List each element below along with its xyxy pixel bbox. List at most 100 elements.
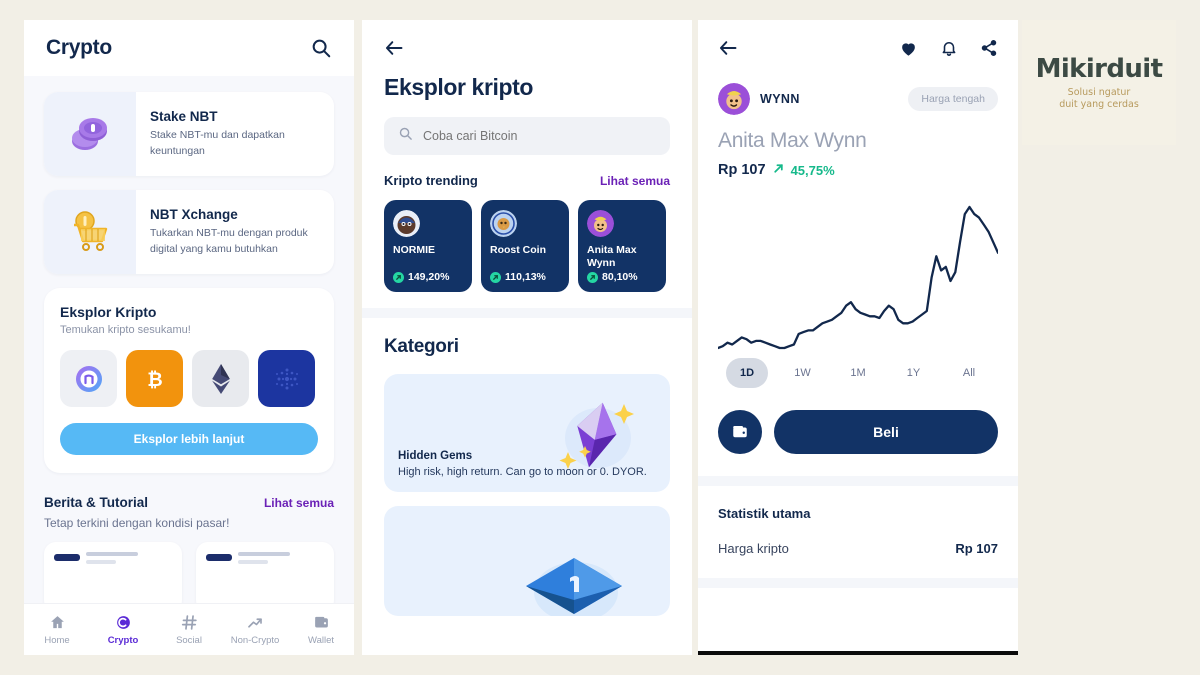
tab-label: Non-Crypto (230, 634, 280, 646)
promo-subtitle: Stake NBT-mu dan dapatkan keuntungan (150, 129, 285, 157)
promo-card-stake-nbt[interactable]: Stake NBT Stake NBT-mu dan dapatkan keun… (44, 92, 334, 176)
coin-identity: WYNN (718, 83, 800, 115)
back-arrow-icon[interactable] (384, 38, 404, 58)
tab-social[interactable]: Social (156, 614, 222, 646)
statistics-row: Harga kripto Rp 107 (718, 541, 998, 578)
news-title: Berita & Tutorial (44, 495, 149, 510)
news-see-all-link[interactable]: Lihat semua (264, 496, 334, 510)
trending-see-all-link[interactable]: Lihat semua (600, 174, 670, 188)
brand-logo-panel: Mikirduit Solusi ngatur duit yang cerdas (1022, 20, 1176, 145)
brand-tagline-line2: duit yang cerdas (1059, 99, 1139, 110)
range-1m[interactable]: 1M (837, 358, 879, 388)
news-section-header: Berita & Tutorial Lihat semua (44, 495, 334, 510)
price-chart-line (716, 205, 1000, 350)
phone-screen-coin-detail: WYNN Harga tengah Anita Max Wynn Rp 107 … (698, 20, 1018, 655)
wallet-icon (288, 614, 354, 632)
promo-subtitle: Tukarkan NBT-mu dengan produk digital ya… (150, 227, 308, 255)
statistics-section: Statistik utama Harga kripto Rp 107 (698, 486, 1018, 578)
up-arrow-icon (773, 161, 784, 179)
category-text: Hidden Gems High risk, high return. Can … (398, 450, 656, 480)
svg-text:₿: ₿ (147, 369, 162, 391)
ethereum-icon[interactable] (192, 350, 249, 407)
range-1w[interactable]: 1W (782, 358, 824, 388)
screen3-top: WYNN Harga tengah Anita Max Wynn Rp 107 … (698, 20, 1018, 476)
coin-header: WYNN Harga tengah (718, 83, 998, 115)
up-arrow-icon (393, 271, 404, 283)
normie-avatar (393, 210, 420, 237)
gold-shopping-cart-coin-icon (44, 190, 136, 274)
explore-title: Eksplor Kripto (60, 304, 157, 320)
tab-label: Social (176, 634, 202, 646)
trending-card-normie[interactable]: NORMIE 149,20% (384, 200, 472, 292)
range-all[interactable]: All (948, 358, 990, 388)
coin-name: Anita Max Wynn (718, 129, 867, 152)
coin-change-percent: 45,75% (790, 162, 835, 178)
coin-symbol: WYNN (760, 92, 800, 106)
explore-more-button[interactable]: Eksplor lebih lanjut (60, 423, 318, 455)
news-card[interactable] (196, 542, 334, 612)
price-type-badge: Harga tengah (908, 87, 998, 111)
trending-change: 80,10% (587, 271, 638, 283)
category-card-hidden-gems[interactable]: Hidden Gems High risk, high return. Can … (384, 374, 670, 492)
promo-title: Stake NBT (150, 109, 218, 125)
time-range-selector: 1D 1W 1M 1Y All (718, 358, 998, 388)
brand-tagline: Solusi ngatur duit yang cerdas (1059, 87, 1139, 112)
trending-name: NORMIE (393, 244, 435, 256)
section-divider (698, 578, 1018, 588)
home-icon (24, 614, 90, 632)
cardano-icon[interactable] (258, 350, 315, 407)
bitcoin-icon[interactable]: ₿ (126, 350, 183, 407)
trend-arrow-icon (222, 614, 288, 632)
notification-bell-icon[interactable] (940, 39, 958, 62)
home-indicator (698, 651, 1018, 655)
news-card[interactable] (44, 542, 182, 612)
trending-change-value: 80,10% (602, 271, 638, 283)
action-row: Beli (718, 410, 998, 476)
trending-card-roost-coin[interactable]: Roost Coin 110,13% (481, 200, 569, 292)
tab-label: Crypto (107, 634, 139, 646)
news-placeholder-lines (238, 552, 324, 568)
news-card-list (44, 542, 334, 612)
tab-crypto[interactable]: Crypto (90, 614, 156, 646)
tab-wallet[interactable]: Wallet (288, 614, 354, 646)
search-icon[interactable] (310, 37, 332, 59)
statistics-value: Rp 107 (955, 541, 998, 556)
trending-card-anita-max-wynn[interactable]: Anita Max Wynn 80,10% (578, 200, 666, 292)
news-placeholder-lines (86, 552, 172, 568)
screenshot-stage: Crypto Stake NBT Stake NBT-mu dan dapatk… (0, 0, 1200, 675)
tab-label: Home (44, 634, 70, 646)
range-1d[interactable]: 1D (726, 358, 768, 388)
buy-button[interactable]: Beli (774, 410, 998, 454)
trending-change-value: 149,20% (408, 271, 450, 283)
promo-text: NBT Xchange Tukarkan NBT-mu dengan produ… (136, 197, 334, 266)
promo-card-nbt-xchange[interactable]: NBT Xchange Tukarkan NBT-mu dengan produ… (44, 190, 334, 274)
category-card-second[interactable] (384, 506, 670, 616)
range-1y[interactable]: 1Y (893, 358, 935, 388)
nbt-coin-icon[interactable] (60, 350, 117, 407)
tab-home[interactable]: Home (24, 614, 90, 646)
screen1-header: Crypto (24, 20, 354, 76)
search-input[interactable] (423, 129, 656, 143)
tab-non-crypto[interactable]: Non-Crypto (222, 614, 288, 646)
screen2-top: Eksplor kripto Kripto trending Lihat sem… (362, 20, 692, 308)
detail-nav-bar (718, 38, 998, 63)
wallet-button[interactable] (718, 410, 762, 454)
back-arrow-icon[interactable] (718, 38, 738, 63)
category-description: High risk, high return. Can go to moon o… (398, 466, 647, 479)
crypto-coin-icon (90, 614, 156, 632)
phone-screen-crypto-home: Crypto Stake NBT Stake NBT-mu dan dapatk… (24, 20, 354, 655)
up-arrow-icon (587, 271, 598, 283)
search-box[interactable] (384, 117, 670, 155)
trending-change: 110,13% (490, 271, 546, 283)
page-title: Crypto (46, 36, 112, 59)
screen1-body: Stake NBT Stake NBT-mu dan dapatkan keun… (24, 76, 354, 655)
share-icon[interactable] (980, 39, 998, 62)
purple-coin-stack-icon (44, 92, 136, 176)
brand-name: Mikirduit (1035, 53, 1163, 84)
favorite-heart-icon[interactable] (899, 39, 918, 63)
coin-price-row: Rp 107 45,75% (718, 161, 998, 179)
category-name: Hidden Gems (398, 450, 473, 463)
promo-title: NBT Xchange (150, 207, 238, 223)
coin-tile-row: ₿ (60, 350, 318, 407)
phone-screen-explore-crypto: Eksplor kripto Kripto trending Lihat sem… (362, 20, 692, 655)
